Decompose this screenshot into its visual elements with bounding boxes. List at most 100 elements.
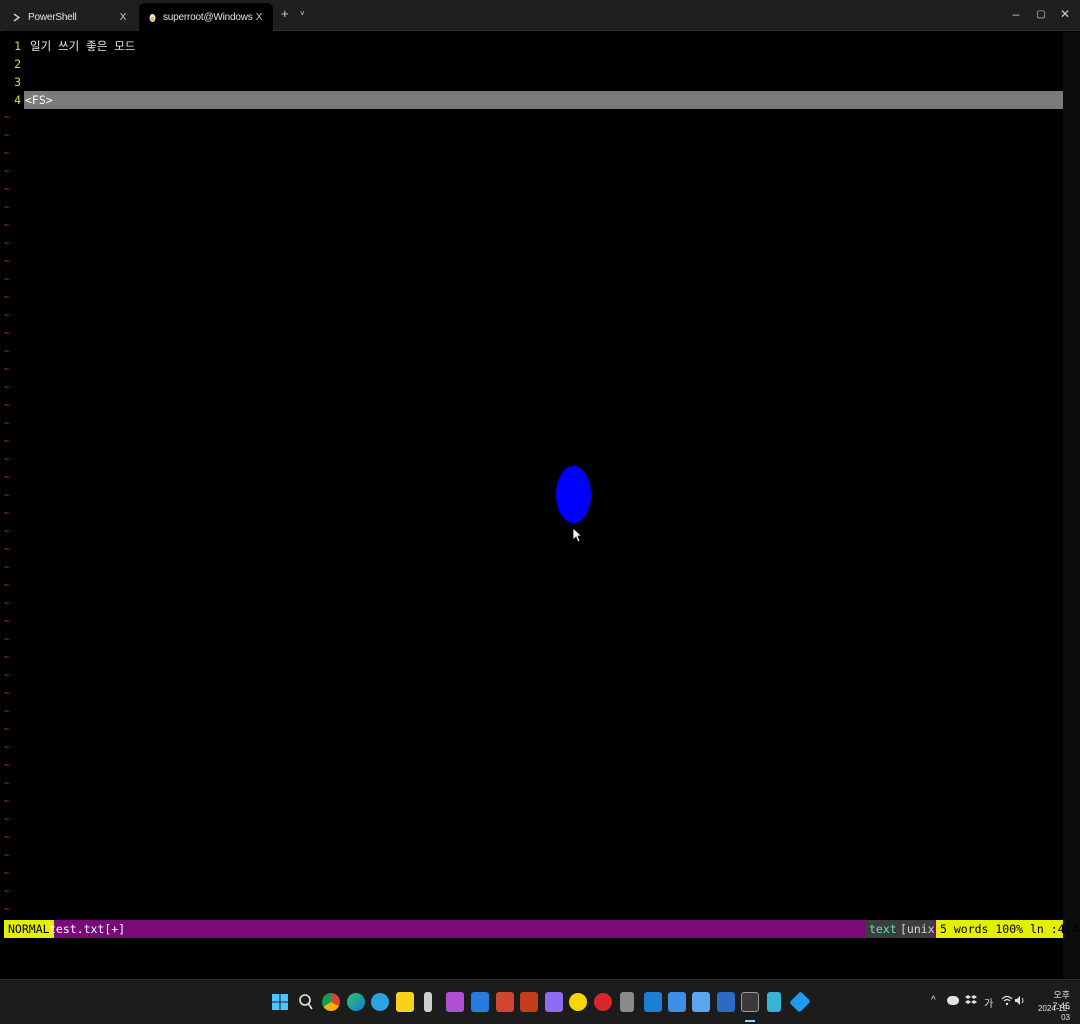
tilde-marker: ~ <box>4 383 10 393</box>
explorer-icon[interactable] <box>692 992 710 1012</box>
line-number: 4 <box>14 93 21 107</box>
close-window-button[interactable]: ✕ <box>1058 7 1072 21</box>
tilde-marker: ~ <box>4 473 10 483</box>
tilde-marker: ~ <box>4 743 10 753</box>
tilde-marker: ~ <box>4 851 10 861</box>
kakao-icon[interactable] <box>569 993 587 1011</box>
cursor-position: 5 words 100% ln :4/4≡%:4 <box>936 920 1080 938</box>
obsidian-icon[interactable] <box>545 992 563 1012</box>
scrollbar[interactable] <box>1063 32 1080 978</box>
powershell-icon <box>12 12 23 23</box>
tilde-marker: ~ <box>4 257 10 267</box>
tilde-marker: ~ <box>4 203 10 213</box>
tilde-marker: ~ <box>4 401 10 411</box>
line-number: 3 <box>14 75 21 89</box>
ime-indicator[interactable]: 가 <box>984 995 993 1010</box>
tilde-marker: ~ <box>4 707 10 717</box>
volume-icon[interactable] <box>1014 995 1026 1009</box>
telegram-icon[interactable] <box>371 993 389 1011</box>
calculator-icon[interactable] <box>620 992 634 1012</box>
new-tab-button[interactable]: + <box>281 6 289 21</box>
maximize-button[interactable]: ▢ <box>1034 9 1048 20</box>
onedrive-icon[interactable] <box>668 992 686 1012</box>
tilde-marker: ~ <box>4 581 10 591</box>
cloud-icon[interactable] <box>947 996 959 1005</box>
vim-statusline: NORMAL test.txt[+] text [unix] 5 words 1… <box>4 920 1080 938</box>
file-format: [unix] <box>896 920 942 938</box>
books-icon[interactable] <box>767 992 781 1012</box>
clock-date[interactable]: 2024-12-03 <box>1030 1004 1070 1022</box>
editor-line: 1 일기 쓰기 좋은 모드 <box>0 37 1063 55</box>
tilde-marker: ~ <box>4 365 10 375</box>
tilde-marker: ~ <box>4 419 10 429</box>
tilde-marker: ~ <box>4 887 10 897</box>
outlook-icon[interactable] <box>644 992 662 1012</box>
tilde-marker: ~ <box>4 149 10 159</box>
mouse-highlight <box>556 466 591 523</box>
affinity-publisher-icon[interactable] <box>496 992 514 1012</box>
acrobat-icon[interactable] <box>594 993 612 1011</box>
tray-chevron-icon[interactable]: ^ <box>931 995 936 1006</box>
tab-close-icon[interactable]: X <box>117 12 129 23</box>
tilde-marker: ~ <box>4 671 10 681</box>
affinity-photo-icon[interactable] <box>446 992 464 1012</box>
tilde-marker: ~ <box>4 599 10 609</box>
title-bar: PowerShell X superroot@Windows11Pro: ~/ … <box>0 0 1080 31</box>
terminal-icon[interactable] <box>741 992 759 1012</box>
tilde-marker: ~ <box>4 527 10 537</box>
tab-powershell[interactable]: PowerShell X <box>4 3 137 31</box>
chrome-icon[interactable] <box>322 993 340 1011</box>
line-text: 일기 쓰기 좋은 모드 <box>30 39 136 53</box>
powerpoint-icon[interactable] <box>520 992 538 1012</box>
editor-line: 3 <box>0 73 1063 91</box>
tilde-marker: ~ <box>4 635 10 645</box>
tilde-marker: ~ <box>4 491 10 501</box>
affinity-designer-icon[interactable] <box>471 992 489 1012</box>
tab-dropdown-icon[interactable]: ˅ <box>300 9 305 18</box>
wifi-icon[interactable] <box>1001 995 1013 1009</box>
tilde-marker: ~ <box>4 725 10 735</box>
tilde-marker: ~ <box>4 437 10 447</box>
tilde-marker: ~ <box>4 455 10 465</box>
tilde-marker: ~ <box>4 509 10 519</box>
minimize-button[interactable]: – <box>1009 7 1023 21</box>
taskbar: ^ 가 오후 7:45 2024-12-03 <box>0 979 1080 1024</box>
tilde-marker: ~ <box>4 167 10 177</box>
3d-icon[interactable] <box>789 991 811 1013</box>
tilde-marker: ~ <box>4 113 10 123</box>
line-number: 2 <box>14 57 21 71</box>
file-name: test.txt[+] <box>49 922 126 936</box>
tab-close-icon[interactable]: X <box>253 12 265 23</box>
editor-line: 2 <box>0 55 1063 73</box>
tilde-marker: ~ <box>4 563 10 573</box>
tilde-marker: ~ <box>4 185 10 195</box>
tilde-marker: ~ <box>4 275 10 285</box>
tab-label: superroot@Windows11Pro: ~/ <box>163 11 253 23</box>
tilde-marker: ~ <box>4 905 10 915</box>
tilde-marker: ~ <box>4 293 10 303</box>
sticky-notes-icon[interactable] <box>396 992 414 1012</box>
editor-line-current: 4 <FS> <box>14 91 1063 109</box>
terminal-area[interactable]: 1 일기 쓰기 좋은 모드 2 3 4 <FS> ~ ~ ~ ~ ~ ~ ~ ~ ~ ~ ~ ~ ~ ~ ~… <box>0 32 1080 978</box>
edge-icon[interactable] <box>347 993 365 1011</box>
tilde-marker: ~ <box>4 329 10 339</box>
tilde-marker: ~ <box>4 833 10 843</box>
search-icon[interactable] <box>298 993 314 1011</box>
tab-label: PowerShell <box>28 11 77 23</box>
active-app-indicator <box>745 1020 755 1022</box>
tilde-marker: ~ <box>4 545 10 555</box>
tilde-marker: ~ <box>4 761 10 771</box>
tilde-marker: ~ <box>4 653 10 663</box>
dropbox-icon[interactable] <box>965 995 977 1009</box>
tilde-marker: ~ <box>4 869 10 879</box>
tilde-marker: ~ <box>4 779 10 789</box>
tilde-marker: ~ <box>4 617 10 627</box>
tilde-marker: ~ <box>4 131 10 141</box>
pen-icon[interactable] <box>424 992 432 1012</box>
tab-ubuntu[interactable]: superroot@Windows11Pro: ~/ X <box>139 3 273 31</box>
tilde-marker: ~ <box>4 311 10 321</box>
tilde-marker: ~ <box>4 797 10 807</box>
remote-icon[interactable] <box>717 992 735 1012</box>
start-icon[interactable] <box>272 994 288 1010</box>
tilde-marker: ~ <box>4 347 10 357</box>
